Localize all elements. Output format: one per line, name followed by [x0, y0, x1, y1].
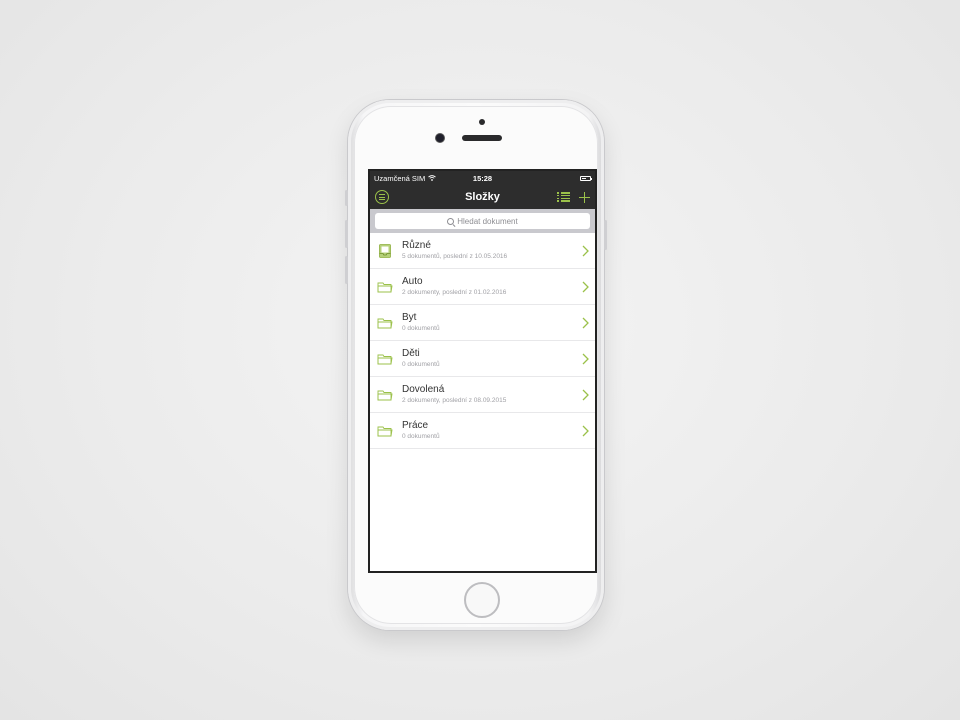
chevron-right-icon — [582, 317, 589, 328]
phone-face: Uzamčená SIM 15:28 Složky Hledat dokumen… — [354, 106, 598, 624]
chevron-right-icon — [582, 389, 589, 400]
folder-text: Různé 5 dokumentů, poslední z 10.05.2016 — [402, 240, 581, 261]
folder-row-ruzne[interactable]: Různé 5 dokumentů, poslední z 10.05.2016 — [370, 233, 595, 269]
clock: 15:28 — [472, 173, 493, 183]
home-button[interactable] — [464, 582, 500, 618]
folder-name: Děti — [402, 348, 420, 359]
navigation-bar: Složky — [370, 185, 595, 209]
folder-text: Auto 2 dokumenty, poslední z 01.02.2016 — [402, 276, 581, 297]
folder-row-auto[interactable]: Auto 2 dokumenty, poslední z 01.02.2016 — [370, 269, 595, 305]
folder-icon — [377, 354, 393, 364]
chevron-right-icon — [582, 281, 589, 292]
folder-text: Děti 0 dokumentů — [402, 348, 581, 369]
search-icon — [447, 217, 455, 225]
folder-name: Auto — [402, 276, 423, 287]
folder-row-deti[interactable]: Děti 0 dokumentů — [370, 341, 595, 377]
folder-row-byt[interactable]: Byt 0 dokumentů — [370, 305, 595, 341]
search-placeholder: Hledat dokument — [457, 216, 518, 226]
folder-row-prace[interactable]: Práce 0 dokumentů — [370, 413, 595, 449]
mute-switch — [345, 190, 348, 206]
nav-actions — [557, 191, 590, 203]
folder-list: Různé 5 dokumentů, poslední z 10.05.2016 — [370, 233, 595, 449]
front-camera — [436, 134, 444, 142]
folder-icon — [377, 426, 393, 436]
folder-name: Práce — [402, 420, 429, 431]
status-bar: Uzamčená SIM 15:28 — [370, 171, 595, 185]
folder-icon — [377, 282, 393, 292]
folder-icon — [377, 318, 393, 328]
folder-name: Byt — [402, 312, 417, 323]
folder-text: Dovolená 2 dokumenty, poslední z 08.09.2… — [402, 384, 581, 405]
folder-row-dovolena[interactable]: Dovolená 2 dokumenty, poslední z 08.09.2… — [370, 377, 595, 413]
folder-detail: 2 dokumenty, poslední z 08.09.2015 — [402, 397, 507, 404]
list-view-icon[interactable] — [557, 192, 570, 202]
proximity-sensor — [479, 119, 485, 125]
volume-down-button — [345, 256, 348, 284]
folder-detail: 5 dokumentů, poslední z 10.05.2016 — [402, 253, 508, 260]
folder-detail: 0 dokumentů — [402, 433, 440, 440]
folder-detail: 0 dokumentů — [402, 361, 440, 368]
inbox-icon — [379, 243, 391, 258]
power-button — [604, 220, 607, 250]
menu-icon[interactable] — [375, 190, 389, 204]
chevron-right-icon — [582, 353, 589, 364]
search-bar: Hledat dokument — [370, 209, 595, 233]
earpiece-speaker — [462, 135, 502, 141]
folder-text: Byt 0 dokumentů — [402, 312, 581, 333]
phone-screen: Uzamčená SIM 15:28 Složky Hledat dokumen… — [368, 169, 597, 573]
plus-icon[interactable] — [579, 191, 590, 203]
folder-detail: 0 dokumentů — [402, 325, 440, 332]
phone-device: Uzamčená SIM 15:28 Složky Hledat dokumen… — [345, 100, 607, 630]
volume-up-button — [345, 220, 348, 248]
folder-icon — [377, 390, 393, 400]
chevron-right-icon — [582, 425, 589, 436]
folder-name: Různé — [402, 240, 431, 251]
search-input[interactable]: Hledat dokument — [375, 213, 590, 229]
battery-icon — [580, 175, 592, 181]
chevron-right-icon — [582, 245, 589, 256]
folder-detail: 2 dokumenty, poslední z 01.02.2016 — [402, 289, 507, 296]
stage: Uzamčená SIM 15:28 Složky Hledat dokumen… — [0, 0, 960, 720]
folder-text: Práce 0 dokumentů — [402, 420, 581, 441]
folder-name: Dovolená — [402, 384, 445, 395]
